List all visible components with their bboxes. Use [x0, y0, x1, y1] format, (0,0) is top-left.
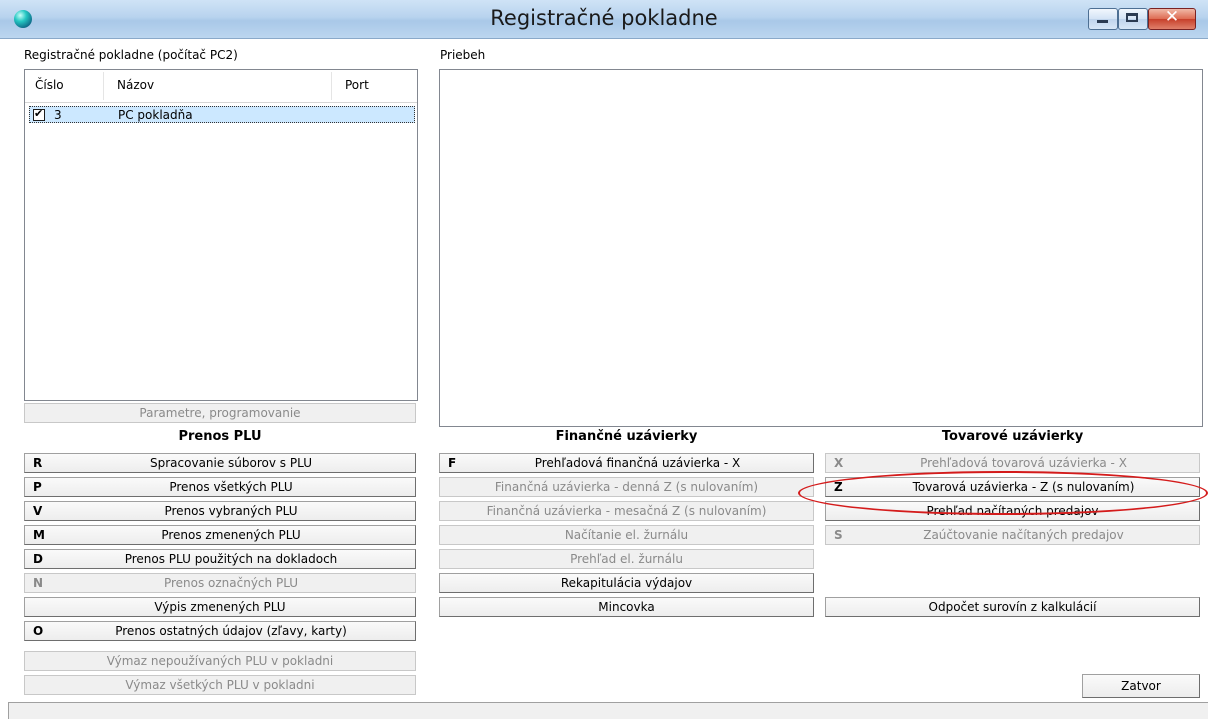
plu-delete-unused-button[interactable]: Výmaz nepoužívaných PLU v pokladni	[24, 651, 416, 671]
button-label: Prenos vybraných PLU	[164, 504, 298, 518]
maximize-button[interactable]	[1118, 8, 1148, 30]
plu-process-files-button[interactable]: R Spracovanie súborov s PLU	[24, 453, 416, 473]
main-window: Registračné pokladne ✕ Registračné pokla…	[0, 0, 1208, 719]
register-checkbox[interactable]	[33, 107, 45, 121]
button-key: N	[33, 576, 44, 590]
button-key: P	[33, 480, 42, 494]
button-label: Prenos zmenených PLU	[161, 528, 301, 542]
plu-delete-all-button[interactable]: Výmaz všetkých PLU v pokladni	[24, 675, 416, 695]
plu-transfer-changed-button[interactable]: M Prenos zmenených PLU	[24, 525, 416, 545]
journal-overview-button[interactable]: Prehľad el. žurnálu	[439, 549, 814, 569]
button-label: Spracovanie súborov s PLU	[150, 456, 312, 470]
button-key: R	[33, 456, 43, 470]
column-separator	[331, 72, 332, 100]
status-bar	[8, 702, 1208, 719]
progress-log[interactable]	[439, 69, 1203, 427]
financial-heading: Finančné uzávierky	[555, 429, 698, 444]
plu-transfer-marked-button[interactable]: N Prenos označných PLU	[24, 573, 416, 593]
button-key: F	[448, 456, 457, 470]
button-label: Prenos všetkých PLU	[169, 480, 293, 494]
button-label: Prehľadová tovarová uzávierka - X	[920, 456, 1127, 470]
registers-list[interactable]: Číslo Názov Port 3 PC pokladňa	[24, 69, 418, 401]
button-label: Parametre, programovanie	[139, 406, 301, 420]
ingredients-deduction-button[interactable]: Odpočet surovín z kalkulácií	[825, 597, 1200, 617]
plu-heading: Prenos PLU	[178, 429, 262, 444]
button-label: Prehľad el. žurnálu	[570, 552, 683, 566]
column-number[interactable]: Číslo	[35, 78, 64, 92]
button-key: X	[834, 456, 844, 470]
button-label: Prenos označných PLU	[163, 576, 299, 590]
plu-list-changed-button[interactable]: Výpis zmenených PLU	[24, 597, 416, 617]
close-icon: ✕	[1164, 7, 1180, 27]
button-label: Prehľadová finančná uzávierka - X	[534, 456, 741, 470]
financial-monthly-z-button[interactable]: Finančná uzávierka - mesačná Z (s nulova…	[439, 501, 814, 521]
registers-label: Registračné pokladne (počítač PC2)	[24, 48, 238, 62]
plu-transfer-used-button[interactable]: D Prenos PLU použitých na dokladoch	[24, 549, 416, 569]
minimize-icon	[1097, 20, 1108, 23]
column-name[interactable]: Názov	[117, 78, 154, 92]
button-label: Načítanie el. žurnálu	[564, 528, 689, 542]
button-key: V	[33, 504, 43, 518]
button-label: Finančná uzávierka - denná Z (s nulovaní…	[494, 480, 759, 494]
goods-heading: Tovarové uzávierky	[941, 429, 1084, 444]
button-label: Zatvor	[1121, 679, 1161, 693]
button-label: Výmaz všetkých PLU v pokladni	[125, 678, 315, 692]
coin-counter-button[interactable]: Mincovka	[439, 597, 814, 617]
close-button[interactable]: Zatvor	[1082, 674, 1200, 698]
plu-transfer-other-button[interactable]: O Prenos ostatných údajov (zľavy, karty)	[24, 621, 416, 641]
button-label: Odpočet surovín z kalkulácií	[928, 600, 1097, 614]
financial-daily-z-button[interactable]: Finančná uzávierka - denná Z (s nulovaní…	[439, 477, 814, 497]
minimize-button[interactable]	[1088, 8, 1118, 30]
button-label: Prenos PLU použitých na dokladoch	[124, 552, 338, 566]
parameters-button[interactable]: Parametre, programovanie	[24, 403, 416, 423]
button-label: Rekapitulácia výdajov	[560, 576, 693, 590]
highlight-annotation	[798, 471, 1208, 515]
button-key: M	[33, 528, 45, 542]
title-bar[interactable]: Registračné pokladne ✕	[0, 0, 1208, 39]
column-port[interactable]: Port	[345, 78, 369, 92]
plu-transfer-all-button[interactable]: P Prenos všetkých PLU	[24, 477, 416, 497]
register-number: 3	[54, 108, 62, 122]
list-item[interactable]: 3 PC pokladňa	[29, 106, 415, 123]
goods-x-report-button[interactable]: X Prehľadová tovarová uzávierka - X	[825, 453, 1200, 473]
button-label: Výmaz nepoužívaných PLU v pokladni	[106, 654, 334, 668]
column-separator	[103, 72, 104, 100]
maximize-icon	[1126, 13, 1138, 22]
journal-load-button[interactable]: Načítanie el. žurnálu	[439, 525, 814, 545]
button-label: Prenos ostatných údajov (zľavy, karty)	[115, 624, 347, 638]
list-header: Číslo Názov Port	[25, 70, 417, 103]
button-key: D	[33, 552, 43, 566]
button-key: S	[834, 528, 843, 542]
expenses-recap-button[interactable]: Rekapitulácia výdajov	[439, 573, 814, 593]
sales-posting-button[interactable]: S Zaúčtovanie načítaných predajov	[825, 525, 1200, 545]
plu-transfer-selected-button[interactable]: V Prenos vybraných PLU	[24, 501, 416, 521]
financial-x-report-button[interactable]: F Prehľadová finančná uzávierka - X	[439, 453, 814, 473]
button-key: O	[33, 624, 44, 638]
button-label: Mincovka	[598, 600, 655, 614]
button-label: Zaúčtovanie načítaných predajov	[923, 528, 1124, 542]
window-title: Registračné pokladne	[490, 6, 718, 30]
button-label: Finančná uzávierka - mesačná Z (s nulova…	[486, 504, 767, 518]
button-label: Výpis zmenených PLU	[154, 600, 286, 614]
register-name: PC pokladňa	[118, 108, 193, 122]
progress-label: Priebeh	[440, 48, 486, 62]
close-window-button[interactable]: ✕	[1148, 7, 1196, 30]
